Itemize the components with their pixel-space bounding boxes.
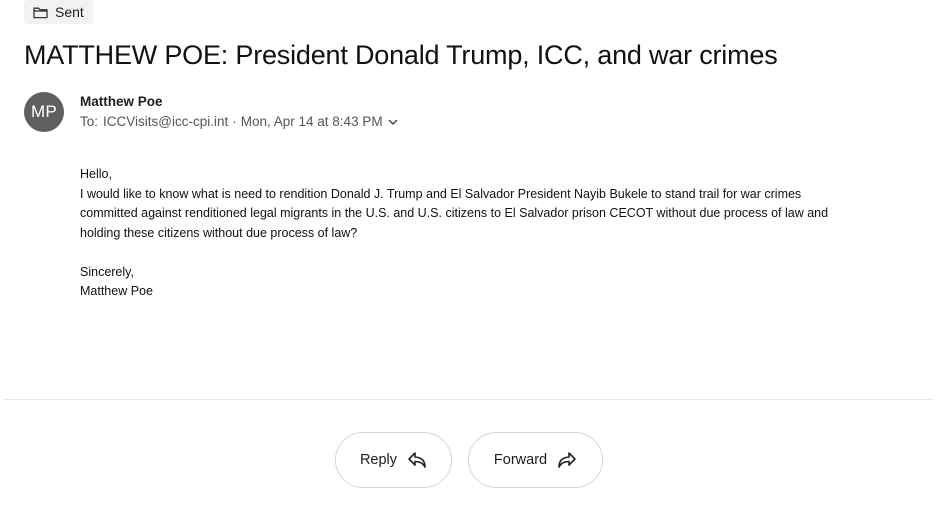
forward-label: Forward xyxy=(493,452,548,468)
avatar-initials: MP xyxy=(30,102,58,121)
chevron-down-icon[interactable] xyxy=(383,116,399,128)
forward-icon xyxy=(557,451,577,469)
body-greeting: Hello, xyxy=(80,167,112,181)
divider xyxy=(4,399,934,400)
folder-icon xyxy=(33,6,48,19)
email-subject: MATTHEW POE: President Donald Trump, ICC… xyxy=(24,40,778,70)
body-signature: Matthew Poe xyxy=(80,284,153,298)
to-label: To: xyxy=(80,114,99,129)
recipient-line[interactable]: To: ICCVisits@icc-cpi.int · Mon, Apr 14 … xyxy=(80,114,399,129)
meta-separator: · xyxy=(232,114,237,129)
body-paragraph: I would like to know what is need to ren… xyxy=(80,186,829,240)
email-view: Sent MATTHEW POE: President Donald Trump… xyxy=(0,0,938,524)
email-body: Hello, I would like to know what is need… xyxy=(80,165,850,302)
folder-label: Sent xyxy=(55,4,84,20)
body-closing: Sincerely, xyxy=(80,264,134,279)
reply-icon xyxy=(407,451,427,469)
sent-date: Mon, Apr 14 at 8:43 PM xyxy=(240,114,383,129)
reply-button[interactable]: Reply xyxy=(335,432,452,488)
folder-badge[interactable]: Sent xyxy=(24,0,93,24)
reply-label: Reply xyxy=(359,452,398,468)
sender-avatar: MP xyxy=(24,92,64,132)
sender-name[interactable]: Matthew Poe xyxy=(80,94,163,109)
recipient-address: ICCVisits@icc-cpi.int xyxy=(103,114,229,129)
forward-button[interactable]: Forward xyxy=(468,432,603,488)
